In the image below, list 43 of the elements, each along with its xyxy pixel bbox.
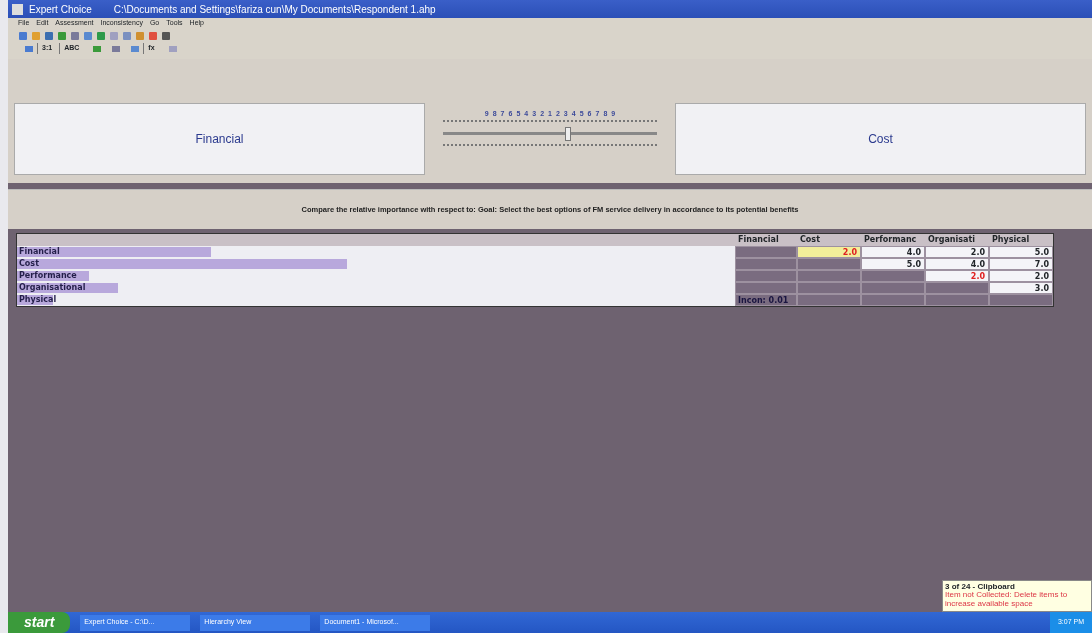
notice-message: Item not Collected: Delete items to increase available space	[945, 591, 1069, 609]
table-cell[interactable]: 2.0	[989, 270, 1053, 283]
column-header: Organisati	[925, 234, 989, 247]
toolbar-icon[interactable]	[161, 30, 171, 41]
row-label: Physical	[18, 295, 57, 305]
slider-thumb[interactable]	[564, 126, 571, 141]
table-cell[interactable]: 5.0	[861, 258, 925, 271]
column-header: Physical	[989, 234, 1053, 247]
table-cell[interactable]: 2.0	[925, 270, 989, 283]
toolbar-icon[interactable]	[92, 43, 103, 54]
column-header: Performanc	[861, 234, 925, 247]
notice-title: 3 of 24 - Clipboard	[945, 582, 1016, 591]
toolbar-icon[interactable]	[83, 30, 93, 41]
table-cell[interactable]: 5.0	[989, 246, 1053, 259]
table-cell[interactable]: 3.0	[989, 282, 1053, 295]
row-label: Performance	[18, 271, 77, 281]
toolbar-icon[interactable]	[122, 30, 132, 41]
toolbar-icon[interactable]	[130, 43, 141, 54]
column-header: Financial	[735, 234, 797, 247]
app-name: Expert Choice	[29, 2, 92, 17]
table-cell[interactable]: 2.0	[925, 246, 989, 259]
criterion-panel: Cost	[675, 103, 1086, 175]
table-cell[interactable]: 7.0	[989, 258, 1053, 271]
table-cell[interactable]: 4.0	[861, 246, 925, 259]
toolbar-icon[interactable]	[96, 30, 106, 41]
table-cell[interactable]: 2.0	[797, 246, 861, 259]
table-cell[interactable]: 4.0	[925, 258, 989, 271]
row-label: Financial	[18, 247, 60, 257]
toolbar-icon[interactable]	[24, 43, 34, 54]
row-label: Organisational	[18, 283, 86, 293]
row-label: Cost	[18, 259, 39, 269]
toolbar-icon[interactable]	[44, 30, 54, 41]
toolbar-icon[interactable]	[57, 30, 67, 41]
criterion-panel: Financial	[14, 103, 425, 175]
app-icon	[12, 3, 23, 15]
toolbar-icon[interactable]	[70, 30, 80, 41]
column-header: Cost	[797, 234, 861, 247]
toolbar-icon[interactable]	[148, 30, 158, 41]
inconsistency-ratio: Incon: 0.01	[735, 294, 797, 307]
start-button[interactable]: start	[8, 612, 71, 633]
file-path: C:\Documents and Settings\fariza cun\My Documents\Respondent 1.ahp	[113, 2, 436, 17]
toolbar-icon[interactable]	[18, 30, 28, 41]
toolbar-icon[interactable]	[111, 43, 122, 54]
